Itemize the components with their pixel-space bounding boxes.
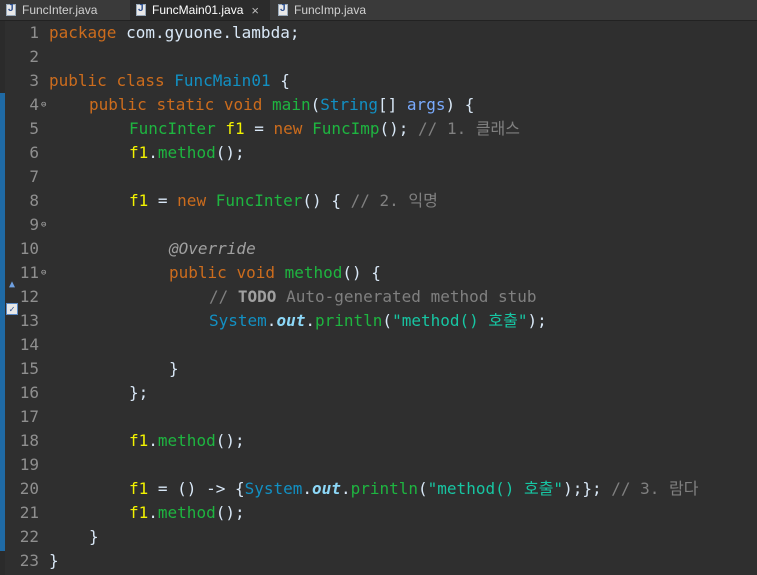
line-number: 2 [29, 47, 39, 66]
fold-collapse-icon[interactable]: ⊖ [41, 261, 49, 285]
line-number: 10 [19, 239, 39, 258]
code-editor[interactable]: 1 2 3 4 5 6 7 8 9 10 11 12 13 14 15 16 1… [0, 21, 757, 575]
line-number: 3 [29, 71, 39, 90]
line-number: 21 [19, 503, 39, 522]
line-number: 1 [29, 23, 39, 42]
code-line-15: } [169, 359, 179, 378]
line-number: 7 [29, 167, 39, 186]
line-number: 15 [19, 359, 39, 378]
java-file-icon [278, 3, 288, 16]
code-line-13: System.out.println("method() 호출"); [209, 311, 547, 330]
line-number: 18 [19, 431, 39, 450]
line-number: 23 [19, 551, 39, 570]
code-line-3: public class FuncMain01 { [49, 71, 290, 90]
line-number: 17 [19, 407, 39, 426]
line-number-gutter: 1 2 3 4 5 6 7 8 9 10 11 12 13 14 15 16 1… [5, 21, 46, 575]
code-line-4: public static void main(String[] args) { [89, 95, 475, 114]
line-number: 5 [29, 119, 39, 138]
line-number: 19 [19, 455, 39, 474]
line-number: 4 [29, 95, 39, 114]
line-number: 6 [29, 143, 39, 162]
line-number: 20 [19, 479, 39, 498]
line-number: 14 [19, 335, 39, 354]
tab-funcimp[interactable]: FuncImp.java [272, 0, 382, 20]
code-line-6: f1.method(); [129, 143, 245, 162]
code-line-12: // TODO Auto-generated method stub [209, 287, 537, 306]
code-line-20: f1 = () -> {System.out.println("method()… [129, 479, 699, 498]
code-line-11: public void method() { [169, 263, 381, 282]
tab-funcmain01[interactable]: FuncMain01.java × [130, 0, 270, 20]
code-line-5: FuncInter f1 = new FuncImp(); // 1. 클래스 [129, 119, 520, 138]
code-line-16: }; [129, 383, 149, 402]
line-number: 22 [19, 527, 39, 546]
code-line-1: package com.gyuone.lambda; [49, 23, 300, 42]
java-file-icon [6, 3, 16, 16]
editor-tab-bar: FuncInter.java FuncMain01.java × FuncImp… [0, 0, 757, 21]
task-marker-icon[interactable]: ✓ [6, 303, 18, 315]
tab-label: FuncMain01.java [152, 3, 244, 17]
code-line-18: f1.method(); [129, 431, 245, 450]
fold-collapse-icon[interactable]: ⊖ [41, 93, 49, 117]
close-icon[interactable]: × [251, 3, 259, 18]
line-number: 16 [19, 383, 39, 402]
code-line-23: } [49, 551, 59, 570]
java-file-icon [136, 3, 146, 16]
fold-collapse-icon[interactable]: ⊖ [41, 213, 49, 237]
code-line-21: f1.method(); [129, 503, 245, 522]
code-line-22: } [89, 527, 99, 546]
line-number: 8 [29, 191, 39, 210]
code-line-10: @Override [169, 239, 256, 258]
tab-label: FuncImp.java [294, 3, 367, 17]
override-marker-icon[interactable]: ▲ [6, 279, 18, 291]
code-line-8: f1 = new FuncInter() { // 2. 익명 [129, 191, 438, 210]
line-number: 9 [29, 215, 39, 234]
tab-label: FuncInter.java [22, 3, 98, 17]
tab-funcinter[interactable]: FuncInter.java [0, 0, 128, 20]
